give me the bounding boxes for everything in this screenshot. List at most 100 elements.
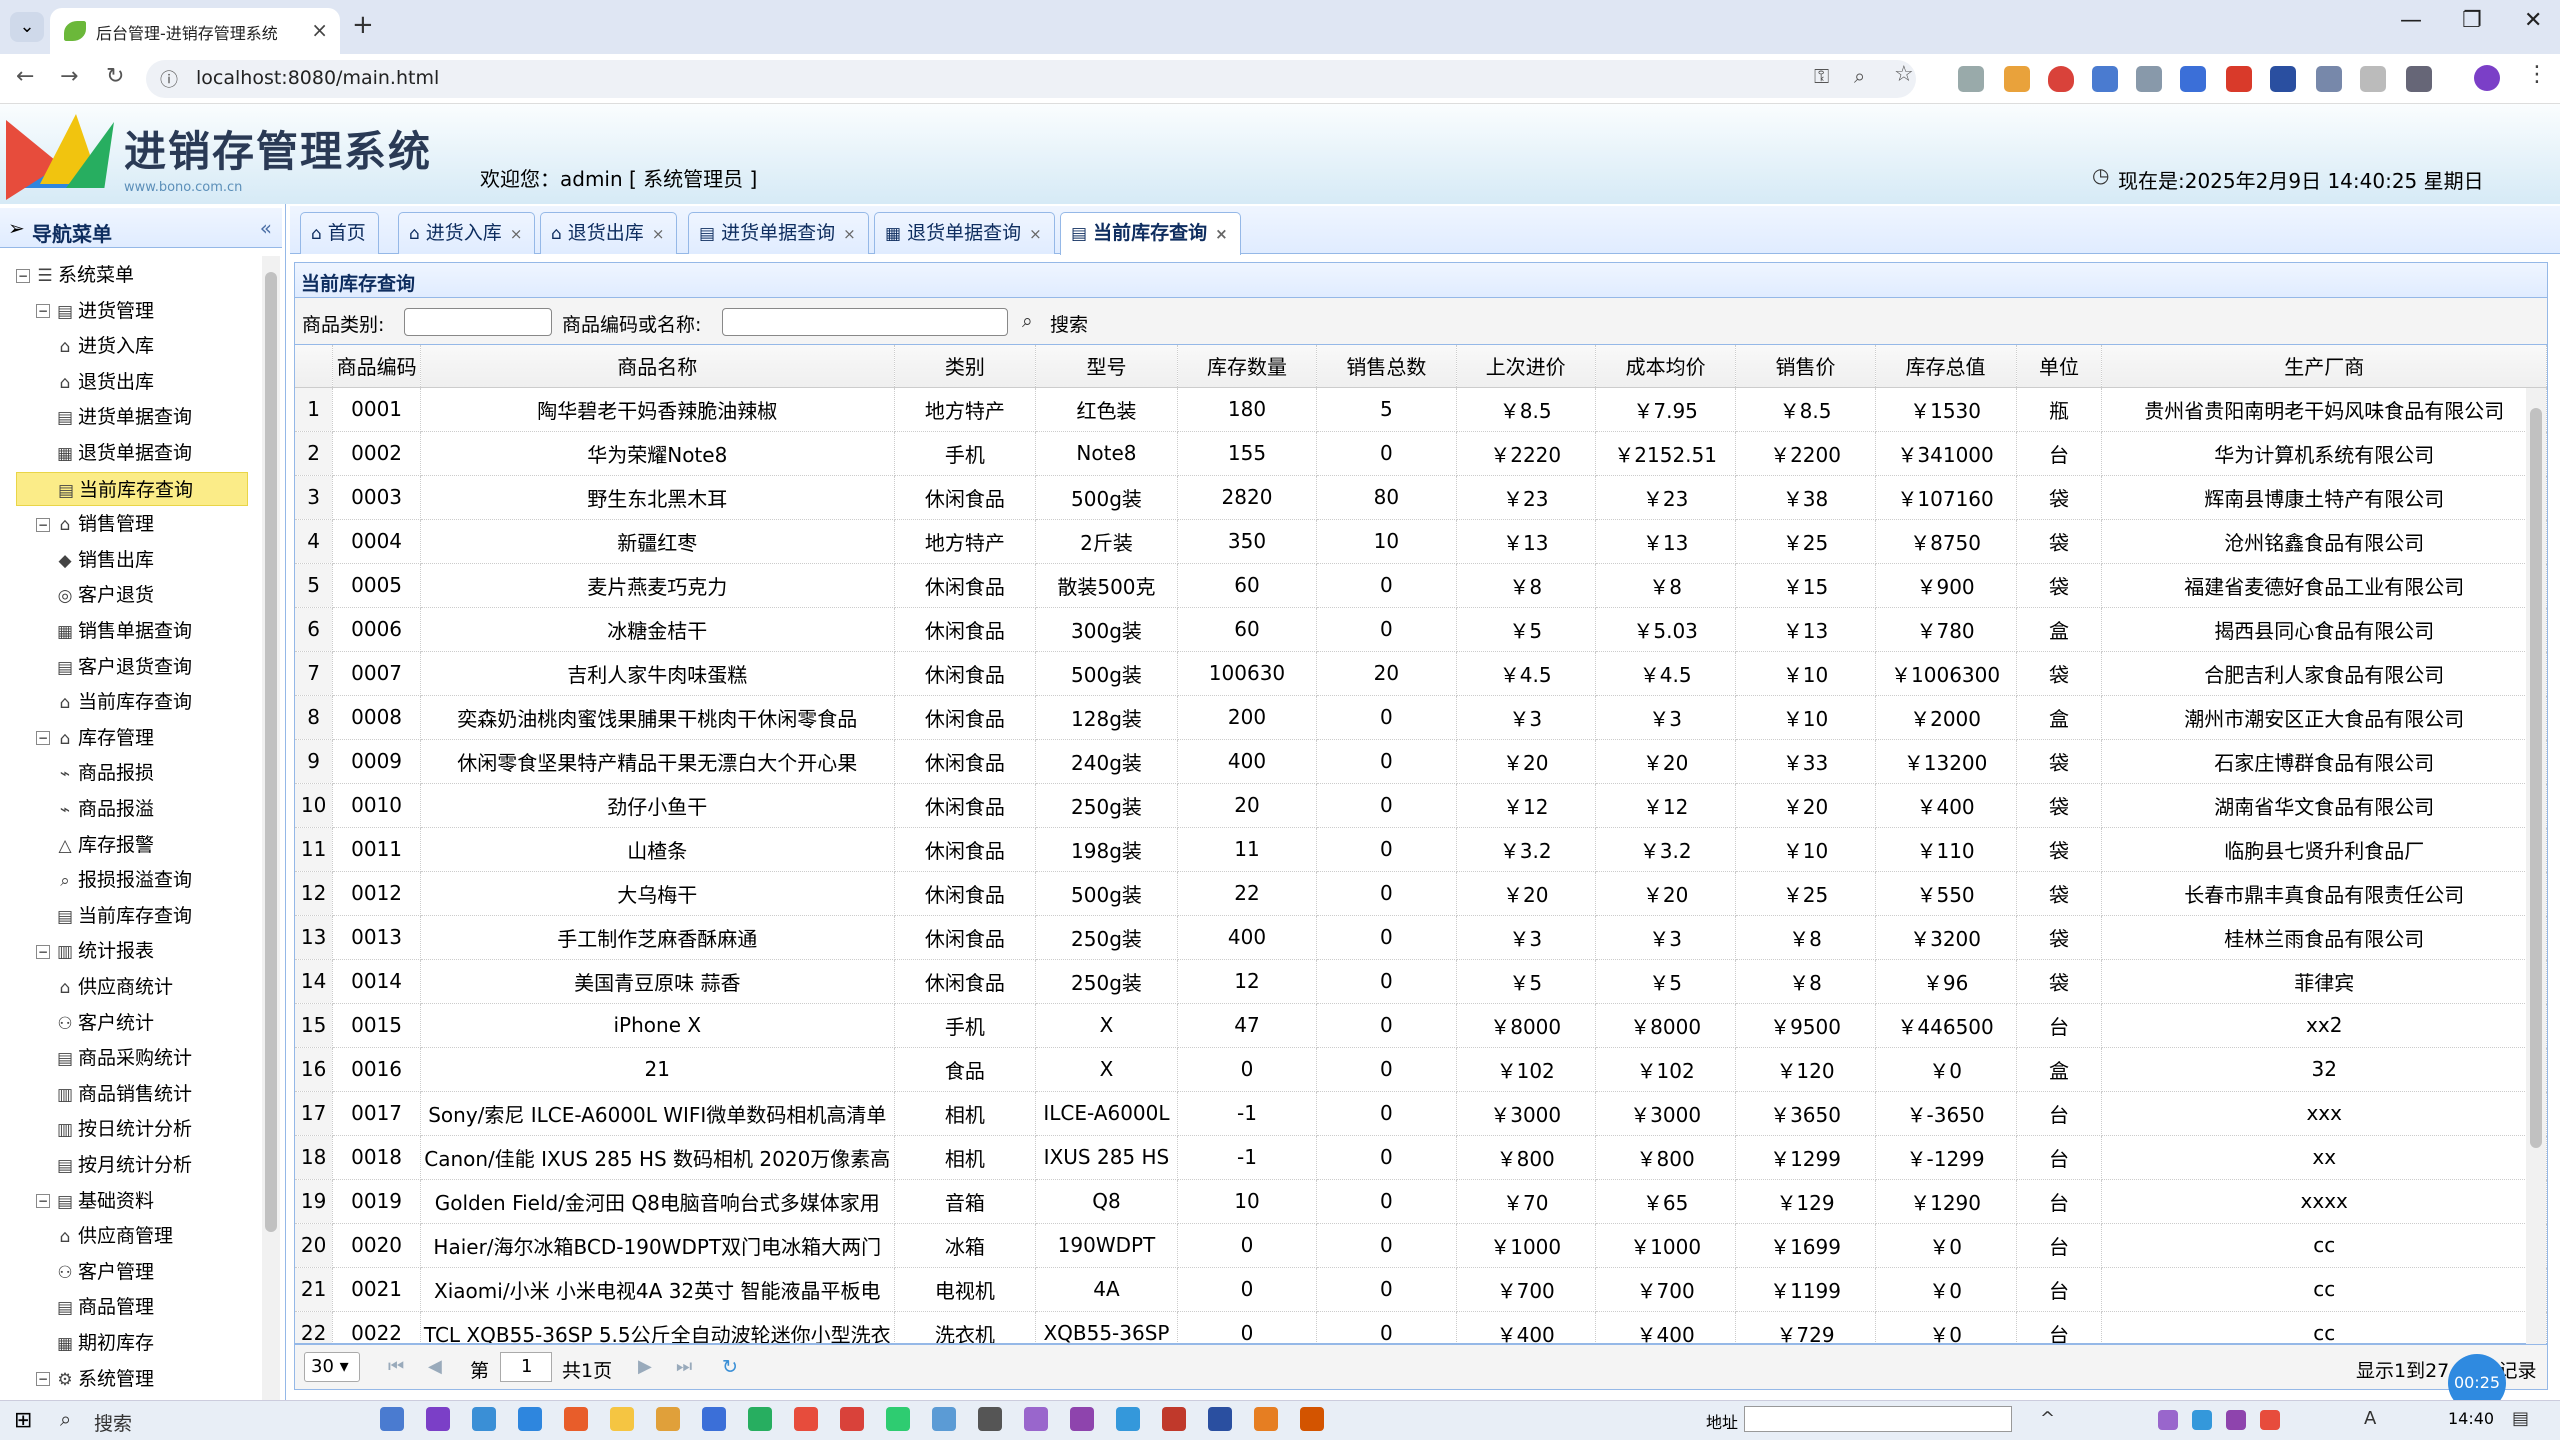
profile-avatar[interactable] <box>2474 65 2500 91</box>
extension-icon[interactable] <box>2092 66 2118 92</box>
sidebar-item[interactable]: ▤ 当前库存查询 <box>56 899 192 933</box>
tray-icon[interactable] <box>2226 1410 2246 1430</box>
taskbar-app-icon[interactable] <box>656 1407 680 1431</box>
sidebar-item[interactable]: ▤ 进货单据查询 <box>56 400 192 434</box>
tray-chevron-icon[interactable]: ^ <box>2040 1408 2055 1429</box>
close-icon[interactable]: × <box>311 18 328 42</box>
close-icon[interactable]: × <box>1215 225 1228 243</box>
tray-icon[interactable] <box>2260 1410 2280 1430</box>
column-header[interactable]: 型号 <box>1035 345 1178 388</box>
column-header[interactable]: 类别 <box>894 345 1037 388</box>
refresh-icon[interactable]: ↻ <box>722 1356 738 1378</box>
zoom-icon[interactable]: ⌕ <box>1854 64 1865 88</box>
sidebar-item[interactable]: ⌂ 退货出库 <box>56 365 154 399</box>
table-row[interactable]: 2 0002 华为荣耀Note8 手机 Note8 155 0 ￥2220 ￥2152.51 ￥2… <box>295 431 2547 476</box>
table-row[interactable]: 21 0021 Xiaomi/小米 小米电视4A 32英寸 智能液晶平板电 电视机 4A… <box>295 1267 2547 1312</box>
collapse-toggle-icon[interactable]: − <box>36 944 50 959</box>
reload-button[interactable]: ↻ <box>106 64 124 89</box>
taskbar-search-label[interactable]: 搜索 <box>94 1409 132 1436</box>
browser-tab[interactable]: 后台管理-进销存管理系统 × <box>50 8 340 54</box>
column-header[interactable]: 单位 <box>2016 345 2103 388</box>
table-row[interactable]: 14 0014 美国青豆原味 蒜香 休闲食品 250g装 12 0 ￥5 ￥5 ￥8 ￥96 袋菲律宾 <box>295 959 2547 1004</box>
close-icon[interactable]: × <box>843 225 856 243</box>
tab-search-button[interactable]: ⌄ <box>10 12 44 42</box>
table-row[interactable]: 10 0010 劲仔小鱼干 休闲食品 250g装 20 0 ￥12 ￥12 ￥20 ￥400 袋湖南省… <box>295 783 2547 828</box>
column-header[interactable]: 商品名称 <box>420 345 895 388</box>
tree-group[interactable]: − ⌂ 销售管理 <box>36 507 154 541</box>
table-row[interactable]: 16 0016 21 食品 X 0 0 ￥102 ￥102 ￥120 ￥0 盒 32 <box>295 1047 2547 1092</box>
table-row[interactable]: 5 0005 麦片燕麦巧克力 休闲食品 散装500克 60 0 ￥8 ￥8 ￥15 ￥900 袋福建省… <box>295 563 2547 608</box>
taskbar-app-icon[interactable] <box>1208 1407 1232 1431</box>
close-icon[interactable]: × <box>652 225 665 243</box>
next-page-icon[interactable]: ▶ <box>638 1356 652 1377</box>
badge-extension-icon[interactable] <box>2270 66 2296 92</box>
sidebar-item[interactable]: ⌁ 商品报溢 <box>56 792 154 826</box>
tab-5[interactable]: ▤ 当前库存查询 × <box>1060 212 1241 255</box>
nav-scrollbar[interactable] <box>262 256 280 1400</box>
sidebar-item[interactable]: △ 库存报警 <box>56 828 154 862</box>
taskbar-app-icon[interactable] <box>1300 1407 1324 1431</box>
tab-3[interactable]: ▤ 进货单据查询 × <box>688 212 869 254</box>
first-page-icon[interactable]: ⏮ <box>388 1356 404 1377</box>
column-header[interactable]: 销售价 <box>1735 345 1876 388</box>
taskbar-app-icon[interactable] <box>794 1407 818 1431</box>
search-button[interactable]: 搜索 <box>1050 310 1088 337</box>
collapse-toggle-icon[interactable]: − <box>36 304 50 319</box>
shield-extension-icon[interactable] <box>2048 66 2074 92</box>
collapse-toggle-icon[interactable]: − <box>36 1372 50 1387</box>
taskbar-app-icon[interactable] <box>748 1407 772 1431</box>
category-input[interactable] <box>404 308 552 336</box>
table-row[interactable]: 13 0013 手工制作芝麻香酥麻通 休闲食品 250g装 400 0 ￥3 ￥3 ￥8 ￥3200… <box>295 915 2547 960</box>
minimize-button[interactable]: — <box>2400 8 2422 33</box>
camera-extension-icon[interactable] <box>1958 66 1984 92</box>
prev-page-icon[interactable]: ◀ <box>428 1356 442 1377</box>
tools-extension-icon[interactable] <box>2360 66 2386 92</box>
collapse-icon[interactable]: « <box>260 216 272 240</box>
last-page-icon[interactable]: ⏭ <box>676 1356 692 1377</box>
site-info-icon[interactable]: ⓘ <box>160 66 178 92</box>
tray-icon[interactable] <box>2158 1410 2178 1430</box>
grid-scrollbar-thumb[interactable] <box>2530 408 2542 1148</box>
close-icon[interactable]: × <box>510 225 523 243</box>
new-tab-button[interactable]: + <box>352 10 374 40</box>
input-method-icon[interactable]: A <box>2364 1408 2376 1429</box>
image-extension-icon[interactable] <box>2004 66 2030 92</box>
column-header[interactable]: 商品编码 <box>332 345 421 388</box>
page-number-input[interactable]: 1 <box>500 1352 552 1382</box>
tree-group[interactable]: − ⌂ 库存管理 <box>36 721 154 755</box>
taskbar-app-icon[interactable] <box>426 1407 450 1431</box>
taskbar-app-icon[interactable] <box>472 1407 496 1431</box>
taskbar-search-icon[interactable]: ⌕ <box>60 1407 71 1431</box>
taskbar-app-icon[interactable] <box>886 1407 910 1431</box>
browser-menu-icon[interactable]: ⋮ <box>2526 62 2548 87</box>
table-row[interactable]: 6 0006 冰糖金桔干 休闲食品 300g装 60 0 ￥5 ￥5.03 ￥13 ￥780 盒揭西县… <box>295 607 2547 652</box>
tree-group[interactable]: − ⚙ 系统管理 <box>36 1362 154 1396</box>
table-row[interactable]: 8 0008 奕森奶油桃肉蜜饯果脯果干桃肉干休闲零食品 休闲食品 128g装 200 0 ￥3… <box>295 695 2547 740</box>
taskbar-app-icon[interactable] <box>518 1407 542 1431</box>
sidebar-item[interactable]: ⚇ 客户统计 <box>56 1006 154 1040</box>
sidebar-item[interactable]: ⚇ 客户管理 <box>56 1255 154 1289</box>
sidebar-item[interactable]: ▤ 商品采购统计 <box>56 1041 192 1075</box>
table-row[interactable]: 15 0015 iPhone X 手机 X 47 0 ￥8000 ￥8000 ￥9500 ￥4465… <box>295 1003 2547 1048</box>
taskbar-app-icon[interactable] <box>932 1407 956 1431</box>
page-size-select[interactable]: 30 ▾ <box>304 1352 360 1382</box>
table-row[interactable]: 7 0007 吉利人家牛肉味蛋糕 休闲食品 500g装 100630 20 ￥4.5 ￥4.5 ￥… <box>295 651 2547 696</box>
sidebar-item[interactable]: ▤ 按月统计分析 <box>56 1148 192 1182</box>
sidebar-item[interactable]: ▤ 商品管理 <box>56 1290 154 1324</box>
sidebar-item[interactable]: ◎ 客户退货 <box>56 578 154 612</box>
taskbar-app-icon[interactable] <box>380 1407 404 1431</box>
taskbar-app-icon[interactable] <box>978 1407 1002 1431</box>
sidebar-item[interactable]: ▦ 销售单据查询 <box>56 614 192 648</box>
sidebar-item[interactable]: ▥ 按日统计分析 <box>56 1112 192 1146</box>
sidebar-item[interactable]: ▤ 当前库存查询 <box>16 471 248 506</box>
tree-group[interactable]: − ▤ 基础资料 <box>36 1184 154 1218</box>
puzzle-icon[interactable] <box>2406 66 2432 92</box>
tab-1[interactable]: ⌂ 进货入库 × <box>398 212 536 254</box>
column-header[interactable]: 库存总值 <box>1875 345 2017 388</box>
nav-scrollbar-thumb[interactable] <box>265 272 277 1232</box>
tray-icon[interactable] <box>2192 1410 2212 1430</box>
tree-group[interactable]: − ▤ 进货管理 <box>36 294 154 328</box>
windows-start-icon[interactable]: ⊞ <box>14 1408 32 1433</box>
table-row[interactable]: 4 0004 新疆红枣 地方特产 2斤装 350 10 ￥13 ￥13 ￥25 ￥8750 袋沧州铭鑫… <box>295 519 2547 564</box>
close-icon[interactable]: × <box>1029 225 1042 243</box>
